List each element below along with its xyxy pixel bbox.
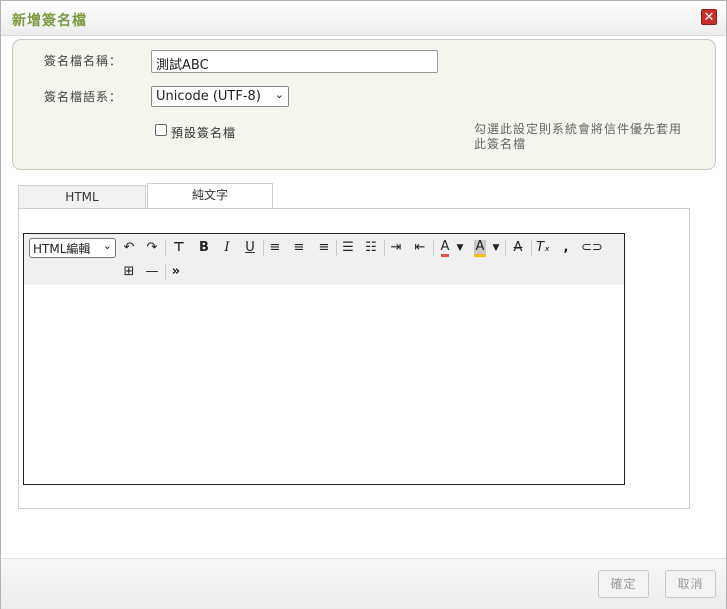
toolbar-divider — [531, 240, 532, 256]
tab-html[interactable]: HTML — [18, 185, 146, 209]
align-right-icon[interactable]: ≡ — [315, 238, 333, 258]
dialog-footer: 確定 取消 — [1, 558, 726, 609]
editor-content-area[interactable] — [24, 285, 624, 484]
undo-icon[interactable]: ↶ — [120, 238, 138, 258]
chevron-down-icon: ⌄ — [274, 88, 284, 101]
remove-format-icon[interactable]: Tₓ — [534, 238, 552, 258]
background-color-dropdown-icon[interactable]: ▼ — [490, 238, 502, 258]
dialog-title: 新增簽名檔 — [12, 13, 87, 29]
toolbar-divider — [505, 240, 506, 256]
link-icon[interactable]: ⊂⊃ — [581, 238, 603, 258]
default-signature-label[interactable]: 預設簽名檔 — [171, 124, 236, 141]
ordered-list-icon[interactable]: ☰ — [339, 238, 357, 258]
italic-icon[interactable]: I — [218, 238, 236, 258]
indent-icon[interactable]: ⇥ — [387, 238, 405, 258]
horizontal-rule-icon[interactable]: — — [143, 262, 161, 282]
signature-name-input[interactable]: 測試ABC — [151, 50, 438, 73]
format-select-value: HTML編輯 — [33, 242, 91, 256]
signature-language-label: 簽名檔語系： — [44, 90, 123, 104]
outdent-icon[interactable]: ⇤ — [411, 238, 429, 258]
format-select[interactable]: HTML編輯 ⌄ — [29, 238, 116, 258]
html-editor: HTML編輯 ⌄ ↶ ↷ ⊤ B I U ≡ ≡ ≡ ☰ ☷ ⇥ ⇤ A ▼ A… — [23, 233, 625, 485]
settings-panel: 簽名檔名稱： 測試ABC 簽名檔語系： Unicode (UTF-8) ⌄ 預設… — [12, 39, 716, 170]
more-icon[interactable]: » — [167, 262, 185, 282]
editor-toolbar: HTML編輯 ⌄ ↶ ↷ ⊤ B I U ≡ ≡ ≡ ☰ ☷ ⇥ ⇤ A ▼ A… — [24, 234, 624, 285]
table-icon[interactable]: ⊞ — [120, 262, 138, 282]
signature-dialog: 新增簽名檔 ✕ 簽名檔名稱： 測試ABC 簽名檔語系： Unicode (UTF… — [0, 0, 727, 609]
redo-icon[interactable]: ↷ — [143, 238, 161, 258]
ok-button[interactable]: 確定 — [598, 570, 649, 598]
align-left-icon[interactable]: ≡ — [266, 238, 284, 258]
strikethrough-icon[interactable]: A — [509, 238, 527, 258]
font-color-icon[interactable]: A — [436, 237, 454, 257]
underline-icon[interactable]: U — [241, 238, 259, 258]
toolbar-divider — [384, 240, 385, 256]
align-center-icon[interactable]: ≡ — [290, 238, 308, 258]
signature-language-value: Unicode (UTF-8) — [156, 89, 261, 104]
font-color-dropdown-icon[interactable]: ▼ — [454, 238, 466, 258]
toolbar-divider — [336, 240, 337, 256]
bullet-list-icon[interactable]: ☷ — [362, 238, 380, 258]
default-signature-note: 勾選此設定則系統會將信件優先套用此簽名檔 — [474, 122, 683, 151]
chevron-down-icon: ⌄ — [102, 239, 112, 252]
tab-plain-text[interactable]: 純文字 — [147, 183, 273, 209]
quote-icon[interactable]: , — [557, 238, 575, 258]
signature-language-select[interactable]: Unicode (UTF-8) ⌄ — [151, 86, 289, 107]
toolbar-divider — [165, 240, 166, 256]
dialog-titlebar: 新增簽名檔 ✕ — [1, 1, 726, 36]
close-icon[interactable]: ✕ — [701, 9, 717, 25]
cancel-button[interactable]: 取消 — [665, 570, 716, 598]
format-painter-icon[interactable]: ⊤ — [170, 238, 188, 258]
signature-name-label: 簽名檔名稱： — [44, 54, 123, 68]
toolbar-divider — [433, 240, 434, 256]
background-color-icon[interactable]: A — [471, 237, 489, 257]
default-signature-checkbox[interactable] — [155, 124, 167, 136]
toolbar-divider — [165, 264, 166, 280]
toolbar-divider — [263, 240, 264, 256]
bold-icon[interactable]: B — [195, 238, 213, 258]
